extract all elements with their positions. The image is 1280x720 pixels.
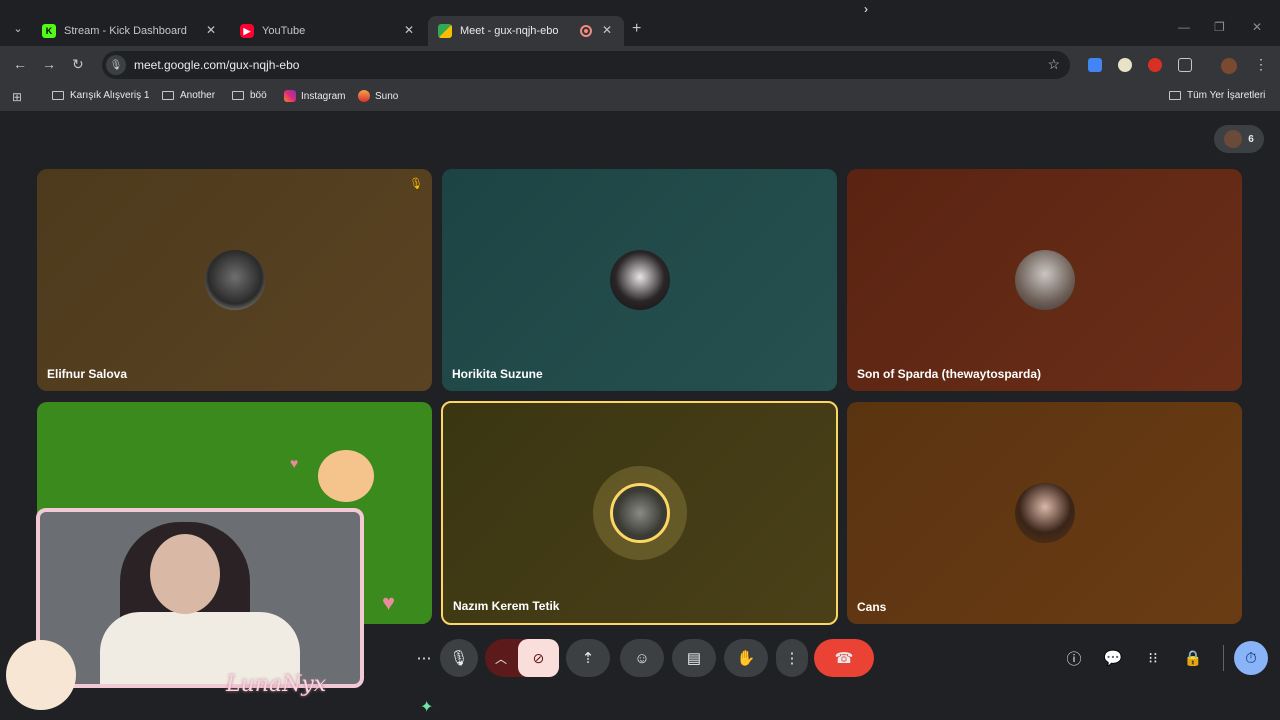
folder-icon [232, 91, 244, 100]
camera-control: ︿ ⊘ [485, 639, 559, 677]
avatar [1014, 483, 1075, 543]
new-tab-button[interactable]: + [632, 20, 641, 38]
bookmark-label: böö [250, 90, 267, 101]
participant-name: Cans [857, 600, 887, 614]
reload-button[interactable]: ↻ [72, 56, 84, 73]
close-window-button[interactable]: ✕ [1252, 20, 1262, 34]
bookmark-folder[interactable]: Karışık Alışveriş 1 [52, 90, 149, 101]
heart-icon: ♥ [290, 455, 299, 471]
restore-button[interactable]: ❐ [1214, 20, 1225, 34]
tab-title: Meet - gux-nqjh-ebo [460, 25, 559, 37]
raise-hand-button[interactable]: ✋ [724, 639, 768, 677]
cat-sticker [6, 640, 76, 710]
timer-icon[interactable]: ⏱ [1234, 641, 1268, 675]
participant-count: 6 [1248, 133, 1254, 145]
back-button[interactable]: ← [13, 56, 27, 72]
browser-tab-strip: ⌄ K Stream - Kick Dashboard ✕ ▶ YouTube … [0, 0, 1280, 46]
captions-button[interactable]: ▤ [672, 639, 716, 677]
all-bookmarks[interactable]: Tüm Yer İşaretleri [1169, 90, 1265, 101]
forward-button[interactable]: → [42, 56, 56, 72]
bookmark-instagram[interactable]: Instagram [284, 90, 345, 102]
tab-meet[interactable]: Meet - gux-nqjh-ebo ✕ [428, 16, 624, 46]
folder-icon [52, 91, 64, 100]
chat-icon[interactable]: 💬 [1098, 643, 1128, 673]
participant-name: Son of Sparda (thewaytosparda) [857, 367, 1042, 381]
menu-icon[interactable]: ⋮ [1254, 56, 1268, 73]
tab-title: Stream - Kick Dashboard [64, 25, 187, 37]
meeting-info-icon[interactable]: ⓘ [1059, 643, 1089, 673]
streamer-logo: LunaNyx [226, 672, 327, 697]
avatar [204, 250, 265, 310]
participant-tile[interactable]: Horikita Suzune [442, 169, 837, 391]
minimize-button[interactable]: — [1178, 20, 1190, 34]
tab-youtube[interactable]: ▶ YouTube ✕ [230, 16, 426, 46]
cat-sticker [318, 450, 374, 502]
chevron-up-icon[interactable]: ︿ [495, 650, 507, 667]
close-tab-icon[interactable]: ✕ [206, 23, 216, 37]
bookmark-folder[interactable]: böö [232, 90, 267, 101]
bookmark-suno[interactable]: Suno [358, 90, 398, 102]
host-controls-lock-icon[interactable]: 🔒 [1178, 643, 1208, 673]
webcam-overlay [36, 508, 364, 688]
activities-grid-icon[interactable]: ⁝⁝ [1138, 643, 1168, 673]
avatar [609, 250, 670, 310]
leave-call-button[interactable]: ☎ [814, 639, 874, 677]
chevron-right-icon: › [864, 2, 868, 16]
recording-icon [580, 25, 592, 37]
microphone-permission-icon[interactable]: 🎙 [106, 55, 126, 75]
kick-icon: K [42, 24, 56, 38]
participant-tile[interactable]: 🎙 Elifnur Salova [37, 169, 432, 391]
apps-grid-icon[interactable]: ⊞ [12, 90, 22, 104]
folder-icon [1169, 91, 1181, 100]
participant-tile[interactable]: Son of Sparda (thewaytosparda) [847, 169, 1242, 391]
tab-search-button[interactable]: ⌄ [8, 18, 28, 38]
instagram-icon [284, 90, 296, 102]
extension-icon[interactable] [1148, 58, 1162, 72]
tab-title: YouTube [262, 25, 306, 37]
mic-off-icon: 🎙 [409, 178, 423, 190]
url-text: meet.google.com/gux-nqjh-ebo [134, 58, 300, 72]
heart-icon: ♥ [382, 590, 396, 615]
bookmarks-bar: ⊞ Karışık Alışveriş 1 Another böö Instag… [0, 84, 1280, 112]
close-tab-icon[interactable]: ✕ [404, 23, 414, 37]
bookmark-label: Instagram [301, 90, 346, 102]
close-tab-icon[interactable]: ✕ [602, 23, 612, 37]
avatar [1224, 130, 1243, 148]
puzzle-icon[interactable] [1178, 58, 1192, 72]
youtube-icon: ▶ [240, 24, 254, 38]
tab-kick[interactable]: K Stream - Kick Dashboard ✕ [32, 16, 228, 46]
microphone-button[interactable]: 🎙 [440, 639, 478, 677]
webcam-person-face [150, 534, 220, 614]
participant-tile[interactable]: Cans [847, 402, 1242, 624]
profile-avatar[interactable] [1221, 58, 1237, 74]
address-bar[interactable]: 🎙 meet.google.com/gux-nqjh-ebo ☆ [102, 51, 1070, 79]
avatar [609, 483, 670, 543]
participant-name: Horikita Suzune [452, 367, 543, 381]
present-screen-button[interactable]: ⇡ [566, 639, 610, 677]
participant-tile-speaking[interactable]: Nazım Kerem Tetik [441, 401, 838, 625]
extension-icon[interactable] [1118, 58, 1132, 72]
bookmark-label: Tüm Yer İşaretleri [1187, 90, 1266, 101]
emoji-reaction-button[interactable]: ☺ [620, 639, 664, 677]
participant-count-button[interactable]: 6 [1214, 125, 1264, 153]
translate-extension-icon[interactable] [1088, 58, 1102, 72]
divider [1223, 645, 1224, 671]
bookmark-star-icon[interactable]: ☆ [1047, 56, 1060, 73]
avatar [1014, 250, 1075, 310]
browser-toolbar: ← → ↻ 🎙 meet.google.com/gux-nqjh-ebo ☆ ⋮ [0, 46, 1280, 84]
bookmark-label: Another [180, 90, 216, 101]
camera-off-icon[interactable]: ⊘ [518, 639, 559, 677]
participant-name: Elifnur Salova [47, 367, 128, 381]
participant-name: Nazım Kerem Tetik [453, 599, 560, 613]
meet-icon [438, 24, 452, 38]
suno-icon [358, 90, 370, 102]
more-options-icon[interactable]: ⋯ [406, 639, 442, 677]
bookmark-label: Suno [375, 90, 399, 102]
more-options-button[interactable]: ⋮ [776, 639, 808, 677]
sparkle-icon: ✦ [420, 699, 434, 716]
bookmark-label: Karışık Alışveriş 1 [70, 90, 150, 101]
folder-icon [162, 91, 174, 100]
bookmark-folder[interactable]: Another [162, 90, 215, 101]
